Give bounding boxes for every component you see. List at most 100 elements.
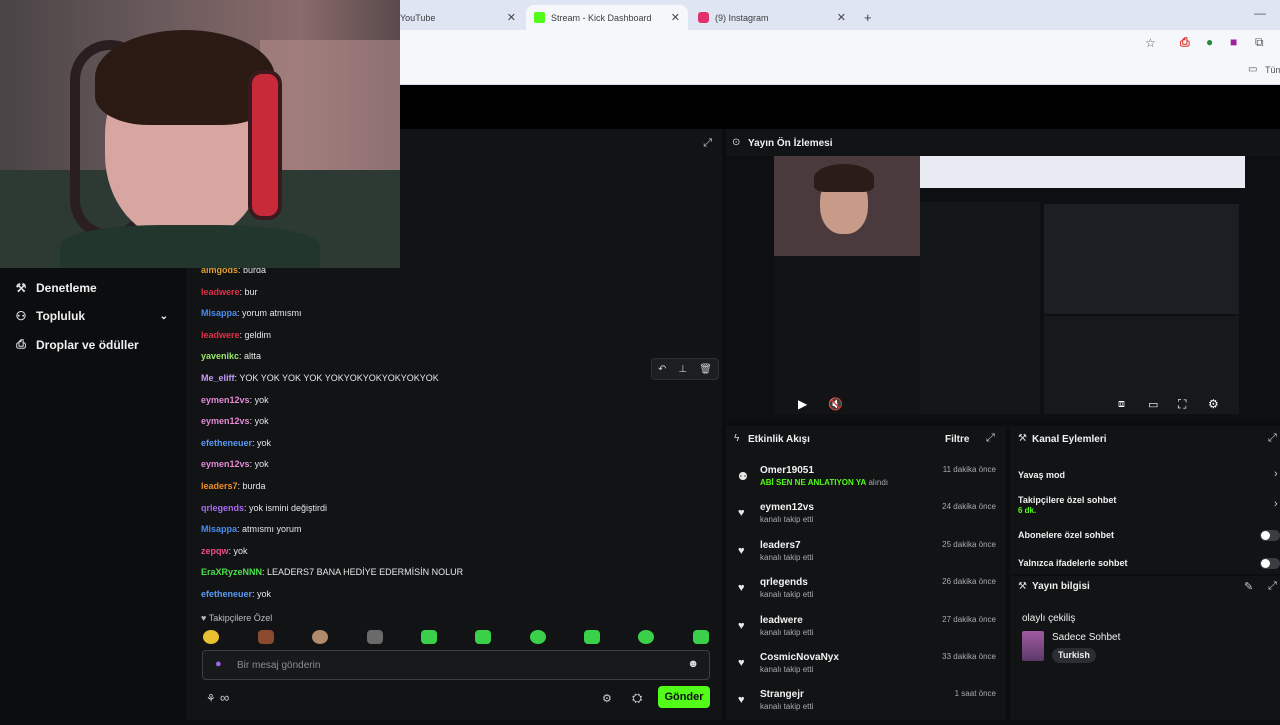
sidebar-item-topluluk[interactable]: ⚇ Topluluk ⌄ [12,309,168,323]
popout-icon[interactable]: ⤢ [1268,432,1277,445]
emote-icon[interactable] [638,630,654,644]
tab-kick-dashboard[interactable]: Stream - Kick Dashboard ✕ [526,5,688,30]
chat-username[interactable]: leadwere [201,287,240,297]
chat-message[interactable]: Misappa: atmısmı yorum [201,524,302,534]
left-sidebar: ⚒ Denetleme ⚇ Topluluk ⌄ ⎙ Droplar ve öd… [0,268,182,720]
emote-icon[interactable] [475,630,491,644]
chat-message-input[interactable]: ● Bir mesaj gönderin ☻ [202,650,710,680]
preview-browser-bar [920,156,1245,188]
chat-message[interactable]: efetheneuer: yok [201,589,271,599]
microphone-icon[interactable]: ● [215,658,222,670]
chat-message[interactable]: yavenikc: altta [201,351,261,361]
mute-icon[interactable]: 🔇 [828,397,843,411]
emote-icon[interactable] [693,630,709,644]
activity-username[interactable]: qrlegends [760,577,808,588]
activity-description: ABİ SEN NE ANLATIYON YA alındı [760,478,889,487]
gavel-icon: ⚒ [1018,433,1027,444]
chat-settings-left-icon[interactable]: ⚘ [206,692,216,705]
emote-icon[interactable] [203,630,219,644]
bookmark-star-icon[interactable]: ☆ [1145,36,1156,50]
emote-icon[interactable] [367,630,383,644]
activity-username[interactable]: leaders7 [760,540,801,551]
extensions-puzzle-icon[interactable]: ⧉ [1255,35,1264,50]
extension-purple-icon[interactable]: ■ [1230,35,1237,49]
chat-username[interactable]: efetheneuer [201,589,252,599]
popout-icon[interactable]: ⤢ [703,137,712,150]
emote-icon[interactable] [421,630,437,644]
followers-only-label[interactable]: Takipçilere özel sohbet [1018,495,1116,505]
chat-tools-icon[interactable]: ⛭ [632,690,642,706]
chat-message[interactable]: EraXRyzeNNN: LEADERS7 BANA HEDİYE EDERMİ… [201,567,463,577]
chevron-right-icon[interactable]: › [1274,498,1278,510]
tab-instagram[interactable]: (9) Instagram ✕ [690,5,854,30]
fullscreen-icon[interactable]: ⛶ [1178,397,1186,412]
activity-username[interactable]: CosmicNovaNyx [760,652,839,663]
chat-username[interactable]: eymen12vs [201,416,250,426]
minimize-icon[interactable]: — [1254,6,1266,20]
chat-message[interactable]: eymen12vs: yok [201,416,269,426]
reply-icon[interactable]: ↶ [658,364,666,375]
chat-message[interactable]: eymen12vs: yok [201,395,269,405]
slow-mode-label[interactable]: Yavaş mod [1018,470,1065,480]
activity-username[interactable]: leadwere [760,615,803,626]
chevron-down-icon: ⌄ [159,310,168,322]
chat-username[interactable]: eymen12vs [201,395,250,405]
chat-username[interactable]: Misappa [201,308,237,318]
category-name[interactable]: Sadece Sohbet [1052,632,1120,643]
new-tab-button[interactable]: + [856,5,880,30]
chat-message[interactable]: qrlegends: yok ismini değiştirdi [201,503,327,513]
chat-username[interactable]: Me_eliff [201,373,235,383]
pip-icon[interactable]: ⧈ [1118,398,1125,411]
chat-username[interactable]: efetheneuer [201,438,252,448]
emote-icon[interactable] [312,630,328,644]
activity-username[interactable]: Strangejr [760,689,804,700]
emoji-picker-icon[interactable]: ☻ [687,658,699,670]
play-icon[interactable]: ▶ [798,397,807,411]
chat-username[interactable]: Misappa [201,524,237,534]
theater-mode-icon[interactable]: ▭ [1148,398,1158,411]
sidebar-item-denetleme[interactable]: ⚒ Denetleme [12,281,97,295]
chat-message[interactable]: Misappa: yorum atmısmı [201,308,302,318]
chat-message[interactable]: leaders7: burda [201,481,266,491]
activity-username[interactable]: Omer19051 [760,465,814,476]
extension-icon[interactable]: ● [1206,35,1213,49]
settings-icon[interactable]: ⚙ [1208,397,1219,411]
chat-username[interactable]: leaders7 [201,481,238,491]
chat-username[interactable]: qrlegends [201,503,244,513]
subscribers-only-toggle[interactable] [1260,530,1280,541]
emote-icon[interactable] [530,630,546,644]
pdf-extension-icon[interactable]: ⎙ [1180,35,1190,50]
activity-username[interactable]: eymen12vs [760,502,814,513]
chat-message[interactable]: efetheneuer: yok [201,438,271,448]
edit-pencil-icon[interactable]: ✎ [1244,580,1253,593]
emotes-only-toggle[interactable] [1260,558,1280,569]
chat-message[interactable]: eymen12vs: yok [201,459,269,469]
popout-icon[interactable]: ⤢ [986,432,995,445]
chat-username[interactable]: zepqw [201,546,229,556]
sidebar-item-droplar[interactable]: ⎙ Droplar ve ödüller [12,337,139,352]
activity-description: kanalı takip etti [760,627,814,637]
chat-settings-gear-icon[interactable]: ⚙ [602,692,612,705]
emote-icon[interactable] [584,630,600,644]
chat-message[interactable]: Me_eliff: YOK YOK YOK YOK YOKYOKYOKYOKYO… [201,373,439,383]
chat-username[interactable]: yavenikc [201,351,239,361]
emote-icon[interactable] [258,630,274,644]
send-button[interactable]: Gönder [658,686,710,708]
chat-username[interactable]: eymen12vs [201,459,250,469]
all-bookmarks-label[interactable]: Tüm [1265,65,1280,75]
popout-icon[interactable]: ⤢ [1268,580,1277,593]
tab-youtube[interactable]: YouTube ✕ [392,5,524,30]
close-tab-icon[interactable]: ✕ [507,11,516,24]
chevron-right-icon[interactable]: › [1274,468,1278,480]
chat-message[interactable]: leadwere: bur [201,287,258,297]
filter-button[interactable]: Filtre [945,434,969,445]
chat-username[interactable]: leadwere [201,330,240,340]
chat-message[interactable]: zepqw: yok [201,546,248,556]
close-tab-icon[interactable]: ✕ [837,11,846,24]
delete-icon[interactable]: 🗑 [699,364,712,375]
pin-icon[interactable]: ⊥ [678,364,687,375]
chat-username[interactable]: EraXRyzeNNN [201,567,262,577]
close-tab-icon[interactable]: ✕ [671,11,680,24]
stream-preview-video[interactable]: ▶ 🔇 ⧈ ▭ ⛶ ⚙ [726,156,1280,422]
chat-message[interactable]: leadwere: geldim [201,330,271,340]
